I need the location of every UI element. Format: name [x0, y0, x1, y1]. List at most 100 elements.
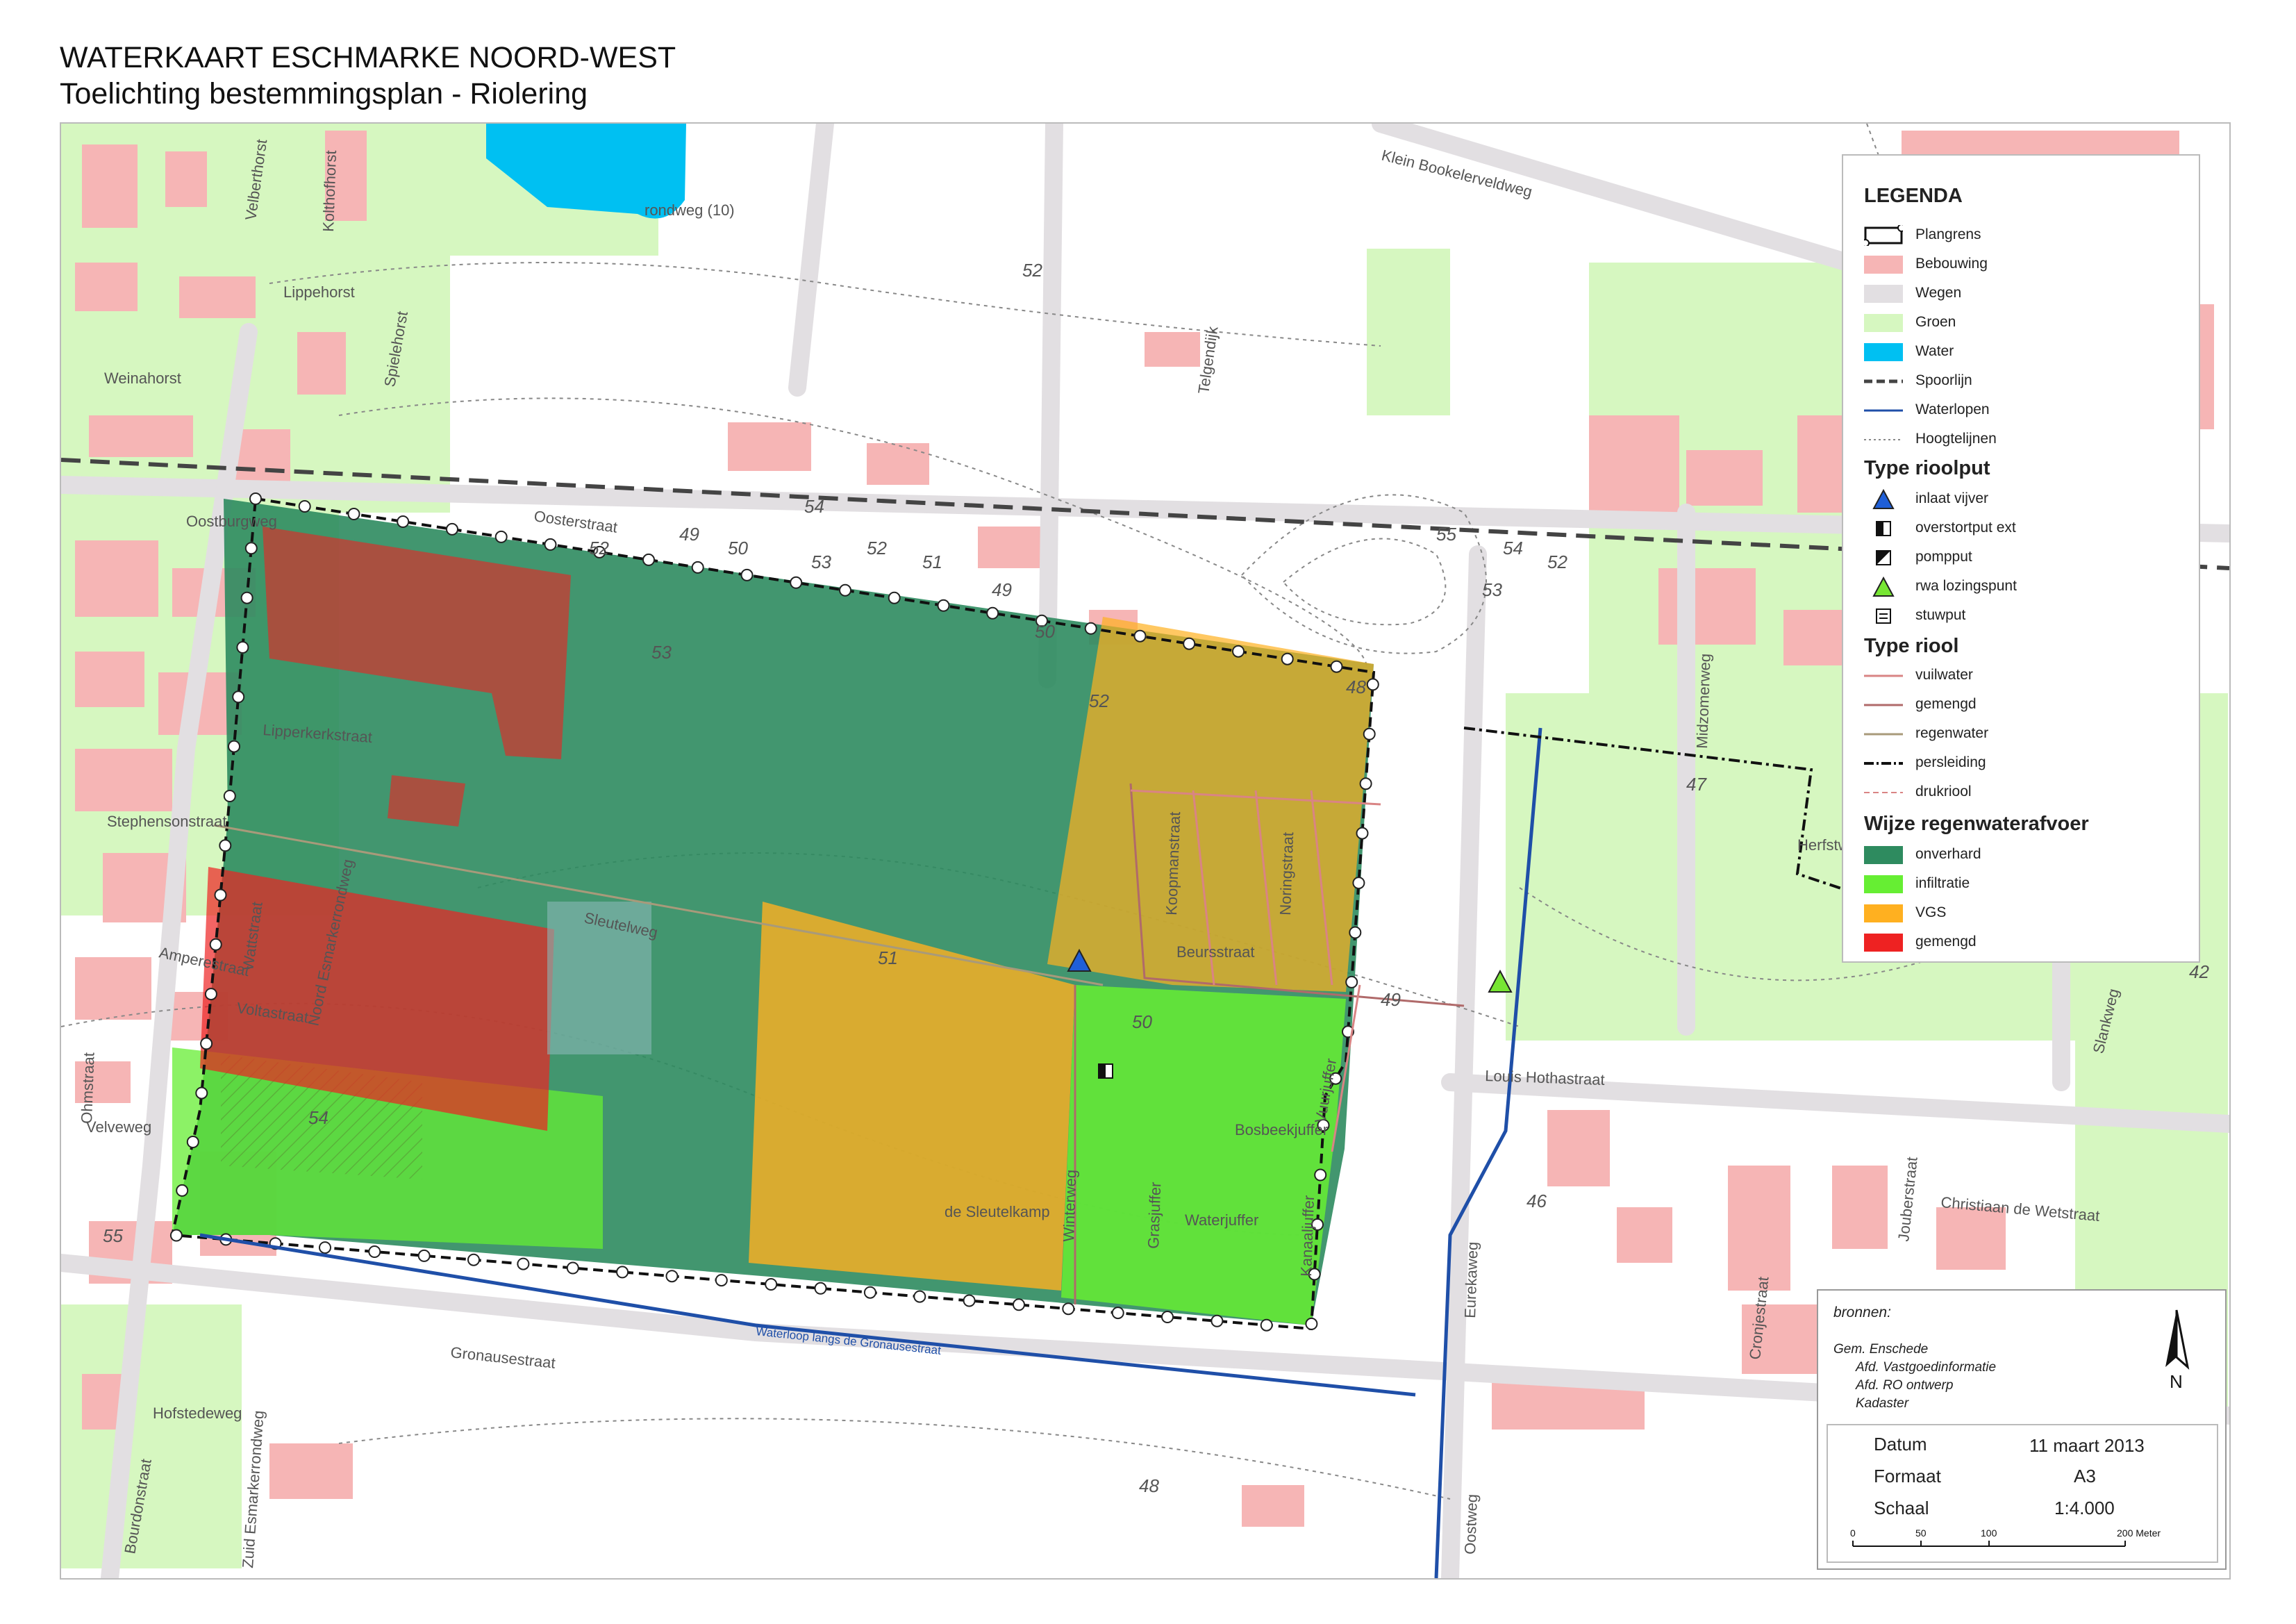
- plan-boundary-vertex: [249, 492, 262, 505]
- plan-boundary-vertex: [665, 1270, 679, 1283]
- legend-symbol-icon: [1864, 343, 1903, 361]
- sources-title: bronnen:: [1833, 1304, 1891, 1320]
- legend-item-label: gemengd: [1915, 696, 1977, 712]
- legend-item-label: persleiding: [1915, 754, 1986, 770]
- plan-boundary-vertex: [209, 938, 222, 951]
- street-label: Winterweg: [1060, 1169, 1080, 1242]
- north-arrow-icon: N: [2165, 1309, 2190, 1391]
- plan-boundary-vertex: [1314, 1168, 1327, 1182]
- source-line: Gem. Enschede: [1833, 1342, 1929, 1357]
- contour-label: 54: [804, 496, 824, 517]
- contour-label: 53: [811, 552, 831, 572]
- zone-vgs-north: [1047, 617, 1374, 992]
- info-value-schaal: 1:4.000: [2054, 1498, 2115, 1518]
- contour-label: 49: [679, 524, 699, 545]
- street-label: Kanaaljuffer: [1297, 1195, 1317, 1277]
- legend-item-label: vuilwater: [1915, 667, 1973, 683]
- contour-label: 47: [1686, 774, 1707, 795]
- legend-item-label: stuwput: [1915, 607, 1966, 623]
- legend-item: onverhard: [1864, 843, 2190, 867]
- legend-item-label: Hoogtelijnen: [1915, 431, 1997, 447]
- map-subtitle: Toelichting bestemmingsplan - Riolering: [60, 76, 588, 110]
- legend-item-label: VGS: [1915, 904, 1947, 920]
- plan-boundary-vertex: [176, 1184, 189, 1197]
- legend-symbol-icon: [1872, 577, 1895, 597]
- plan-boundary-vertex: [1161, 1311, 1174, 1323]
- north-label: N: [2170, 1371, 2183, 1391]
- contour-label: 52: [589, 538, 609, 558]
- plan-boundary-vertex: [839, 583, 851, 597]
- plan-boundary-vertex: [232, 690, 245, 704]
- info-label-datum: Datum: [1874, 1434, 1927, 1455]
- legend-symbol-icon: [1864, 733, 1903, 736]
- plan-boundary-vertex: [937, 599, 950, 612]
- plan-boundary-vertex: [244, 542, 258, 555]
- street-label: Grasjuffer: [1145, 1182, 1164, 1249]
- plan-boundary-vertex: [240, 591, 253, 604]
- contour-label: 51: [922, 552, 942, 572]
- street-label: Oostburgweg: [186, 513, 277, 530]
- plan-boundary-vertex: [1183, 637, 1196, 650]
- legend-item-label: inlaat vijver: [1915, 490, 1989, 506]
- map-info-box: bronnen: Gem. Enschede Afd. Vastgoedinfo…: [1817, 1289, 2227, 1570]
- plan-boundary-vertex: [814, 1282, 827, 1295]
- contour-label: 54: [1503, 538, 1523, 558]
- contour-label: 49: [992, 579, 1012, 600]
- plan-boundary-vertex: [740, 568, 754, 581]
- plan-boundary-vertex: [236, 641, 249, 654]
- scale-tick: 100: [1981, 1527, 1997, 1539]
- legend-item: infiltratie: [1864, 872, 2190, 896]
- plan-boundary-vertex: [1305, 1317, 1318, 1330]
- map-info-table: Datum 11 maart 2013 Formaat A3 Schaal 1:…: [1827, 1424, 2218, 1563]
- contour-label: 46: [1526, 1191, 1547, 1211]
- legend-item-label: pompput: [1915, 549, 1972, 565]
- legend-afvoer-title: Wijze regenwaterafvoer: [1864, 813, 2089, 835]
- plan-boundary-vertex: [195, 1086, 208, 1100]
- plan-boundary-vertex: [691, 561, 704, 574]
- legend-item-label: drukriool: [1915, 784, 1972, 799]
- plan-boundary-vertex: [368, 1245, 381, 1258]
- contour-label: 53: [1482, 579, 1502, 600]
- street-label: Eurekaweg: [1461, 1241, 1481, 1318]
- legend-symbol-icon: [1864, 314, 1903, 332]
- plan-boundary-vertex: [397, 515, 410, 528]
- legend-item: Wegen: [1864, 282, 2190, 306]
- contour-label: 50: [1132, 1011, 1152, 1032]
- legend-item-label: regenwater: [1915, 725, 1989, 741]
- plan-boundary-vertex: [1062, 1302, 1075, 1316]
- legend-symbol-icon: [1864, 256, 1903, 274]
- legend-item-label: Spoorlijn: [1915, 372, 1972, 388]
- legend-item: Bebouwing: [1864, 253, 2190, 276]
- legend-item-label: Bebouwing: [1915, 256, 1988, 272]
- contour-label: 48: [1346, 677, 1366, 697]
- plan-boundary-vertex: [298, 500, 311, 513]
- legend-symbol-icon: [1864, 846, 1903, 864]
- street-label: rondweg (10): [644, 201, 735, 219]
- plan-boundary-vertex: [417, 1249, 431, 1262]
- legend-item-label: onverhard: [1915, 846, 1981, 862]
- plan-boundary-vertex: [1260, 1318, 1273, 1332]
- plan-boundary-vertex: [204, 988, 217, 1001]
- legend-symbol-icon: [1876, 550, 1891, 565]
- scale-bar: 0 50 100 200 Meter: [1850, 1527, 2161, 1547]
- legend-symbol-icon: [1864, 674, 1903, 677]
- legend-symbol-icon: [1864, 934, 1903, 952]
- plan-boundary-vertex: [319, 1241, 331, 1254]
- street-label: Lippehorst: [283, 283, 355, 301]
- plan-boundary-vertex: [1211, 1314, 1224, 1327]
- plan-boundary-vertex: [1349, 926, 1362, 939]
- plan-boundary-vertex: [467, 1253, 480, 1266]
- plan-boundary-vertex: [1345, 975, 1358, 988]
- source-line: Kadaster: [1856, 1396, 1909, 1411]
- contour-label: 42: [2189, 961, 2209, 982]
- zone-gemengd-small: [388, 775, 465, 827]
- plan-boundary-vertex: [347, 508, 360, 520]
- legend-item-label: Water: [1915, 343, 1954, 359]
- map-title-block: WATERKAART ESCHMARKE NOORD-WEST Toelicht…: [60, 40, 676, 112]
- street-label: Stephensonstraat: [107, 813, 226, 830]
- plan-boundary-vertex: [1013, 1298, 1025, 1311]
- contour-label: 49: [1381, 989, 1401, 1010]
- legend-riolput-title: Type rioolput: [1864, 457, 1990, 479]
- legend-symbol-icon: [1864, 285, 1903, 303]
- plan-boundary-vertex: [1359, 777, 1372, 790]
